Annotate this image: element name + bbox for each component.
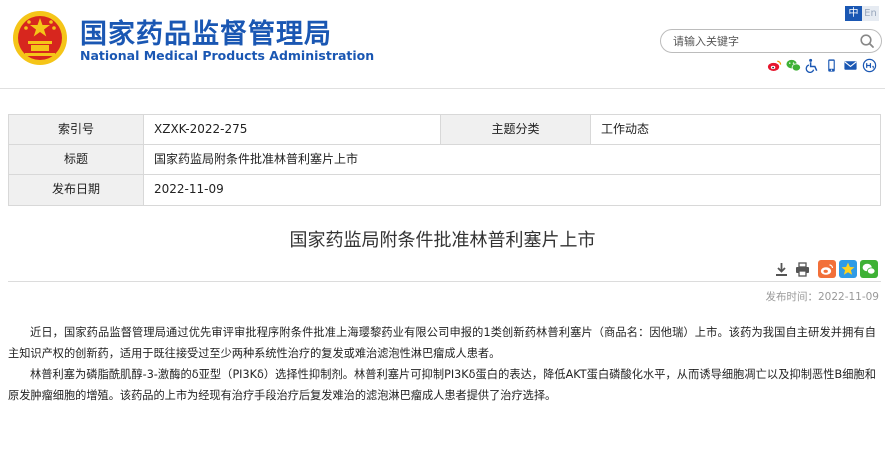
category-value: 工作动态 — [591, 115, 880, 144]
category-label: 主题分类 — [441, 115, 591, 144]
title-value: 国家药监局附条件批准林普利塞片上市 — [144, 145, 880, 174]
index-label: 索引号 — [9, 115, 144, 144]
national-emblem-icon[interactable] — [12, 8, 68, 68]
mobile-icon[interactable] — [824, 58, 839, 73]
lang-zh-button[interactable]: 中 — [845, 6, 862, 21]
date-value: 2022-11-09 — [144, 175, 880, 205]
date-label: 发布日期 — [9, 175, 144, 205]
mail-icon[interactable] — [843, 58, 858, 73]
article-body: 近日，国家药品监督管理局通过优先审评审批程序附条件批准上海璎黎药业有限公司申报的… — [8, 322, 876, 406]
index-value: XZXK-2022-275 — [144, 115, 441, 144]
site-logo-english[interactable]: National Medical Products Administration — [80, 48, 374, 63]
article-divider — [8, 281, 881, 282]
table-row: 标题 国家药监局附条件批准林普利塞片上市 — [9, 145, 880, 175]
download-icon[interactable] — [773, 261, 790, 278]
share-favorite-icon[interactable] — [839, 260, 857, 278]
share-weibo-icon[interactable] — [818, 260, 836, 278]
table-row: 索引号 XZXK-2022-275 主题分类 工作动态 — [9, 115, 880, 145]
site-header: 国家药品监督管理局 National Medical Products Admi… — [0, 0, 885, 88]
article-paragraph: 近日，国家药品监督管理局通过优先审评审批程序附条件批准上海璎黎药业有限公司申报的… — [8, 326, 876, 360]
wechat-icon[interactable] — [786, 58, 801, 73]
article-info-table: 索引号 XZXK-2022-275 主题分类 工作动态 标题 国家药监局附条件批… — [8, 114, 881, 206]
share-wechat-icon[interactable] — [860, 260, 878, 278]
weibo-icon[interactable] — [767, 58, 782, 73]
article-title: 国家药监局附条件批准林普利塞片上市 — [289, 230, 596, 251]
search-input[interactable] — [673, 33, 848, 49]
header-tools — [767, 58, 877, 74]
language-switcher: 中 En — [845, 6, 879, 21]
header-divider — [0, 88, 885, 89]
title-label: 标题 — [9, 145, 144, 174]
search-box — [660, 29, 882, 53]
elder-mode-icon[interactable] — [862, 58, 877, 73]
table-row: 发布日期 2022-11-09 — [9, 175, 880, 205]
accessibility-icon[interactable] — [805, 58, 820, 74]
lang-en-button[interactable]: En — [862, 6, 879, 21]
search-icon[interactable] — [859, 33, 875, 49]
article-tools — [773, 260, 878, 278]
site-logo-chinese[interactable]: 国家药品监督管理局 — [80, 12, 332, 51]
publish-time: 发布时间：2022-11-09 — [765, 291, 879, 303]
print-icon[interactable] — [794, 261, 811, 278]
article-paragraph: 林普利塞为磷脂酰肌醇-3-激酶的δ亚型（PI3Kδ）选择性抑制剂。林普利塞片可抑… — [8, 368, 876, 402]
